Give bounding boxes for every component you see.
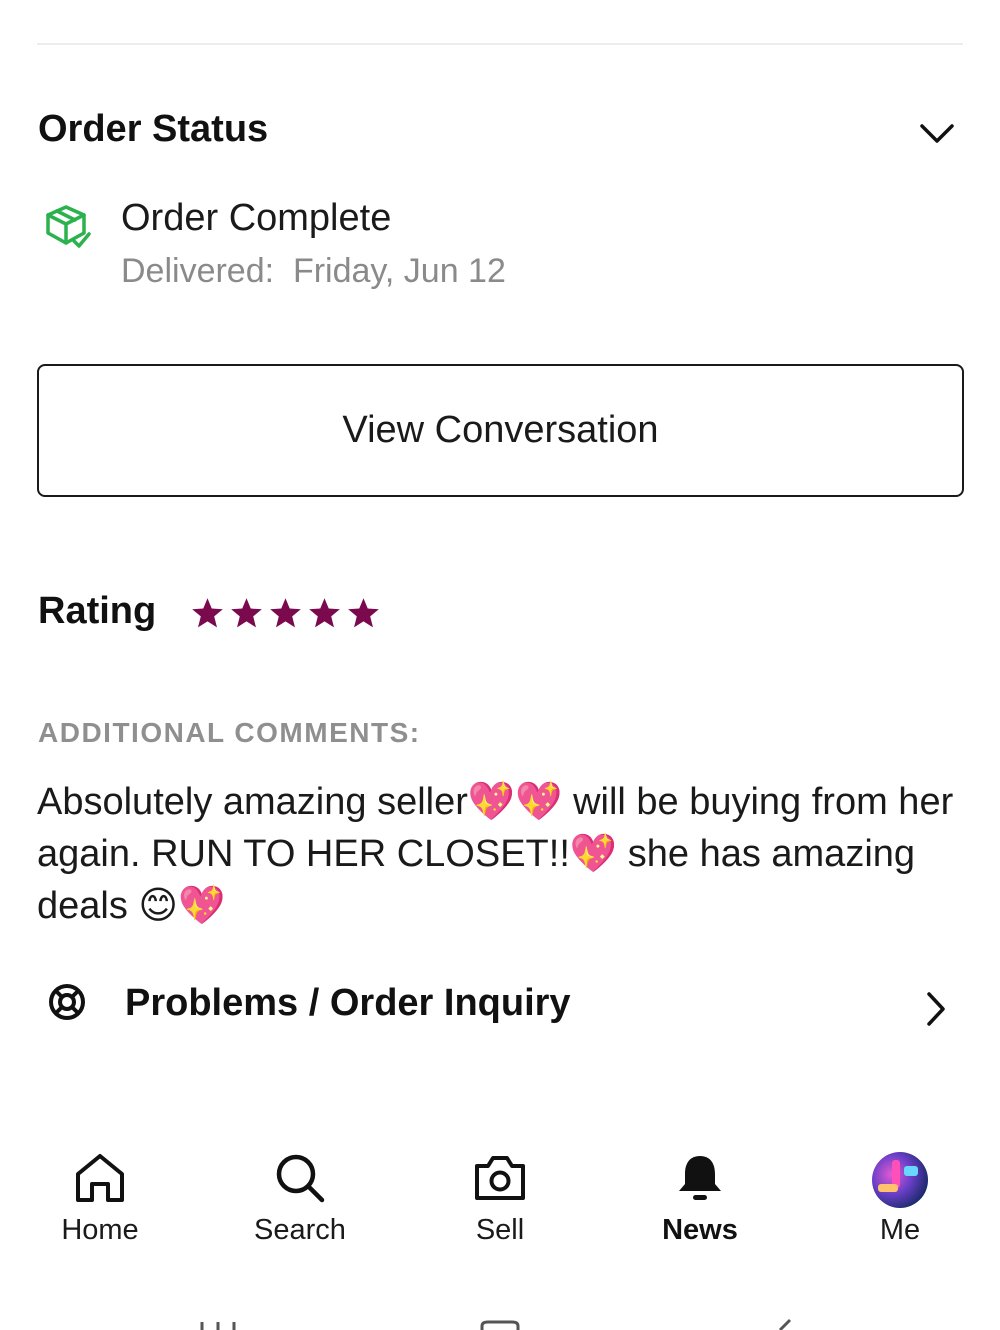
bottom-navigation: Home Search Sell News Me — [0, 1140, 1000, 1270]
nav-sell-label: Sell — [475, 1214, 525, 1246]
star-icon — [348, 598, 379, 628]
delivered-date: Delivered: Friday, Jun 12 — [121, 252, 506, 290]
top-divider — [37, 43, 963, 45]
rating-label: Rating — [38, 590, 157, 632]
bell-icon — [679, 1156, 721, 1200]
avatar — [872, 1152, 928, 1208]
nav-search-label: Search — [254, 1214, 346, 1246]
lifebuoy-icon — [49, 984, 85, 1020]
additional-comments-label: ADDITIONAL COMMENTS: — [38, 717, 421, 748]
nav-home-label: Home — [61, 1214, 139, 1246]
nav-news-label: News — [662, 1214, 738, 1246]
home-icon — [76, 1154, 124, 1202]
nav-search[interactable]: Search — [200, 1140, 400, 1260]
view-conversation-button[interactable]: View Conversation — [37, 364, 964, 497]
system-nav-bar — [200, 1318, 792, 1330]
nav-me-label: Me — [879, 1214, 921, 1246]
comment-text: Absolutely amazing seller💖💖 will be buyi… — [37, 781, 954, 927]
nav-me[interactable]: Me — [800, 1140, 1000, 1260]
order-complete-label: Order Complete — [121, 197, 392, 239]
star-icon — [309, 598, 340, 628]
package-check-icon — [46, 205, 91, 248]
problems-order-inquiry-row[interactable]: Problems / Order Inquiry — [37, 970, 963, 1046]
rating-stars — [190, 596, 381, 631]
problems-label: Problems / Order Inquiry — [125, 982, 571, 1024]
nav-home[interactable]: Home — [0, 1140, 200, 1260]
star-icon — [231, 598, 262, 628]
star-icon — [192, 598, 223, 628]
chevron-down-icon[interactable] — [918, 118, 956, 148]
chevron-right-icon — [927, 992, 945, 1026]
nav-news[interactable]: News — [600, 1140, 800, 1260]
camera-icon — [475, 1156, 525, 1200]
search-icon — [276, 1154, 325, 1203]
star-icon — [270, 598, 301, 628]
nav-sell[interactable]: Sell — [400, 1140, 600, 1260]
order-status-title: Order Status — [38, 108, 269, 150]
